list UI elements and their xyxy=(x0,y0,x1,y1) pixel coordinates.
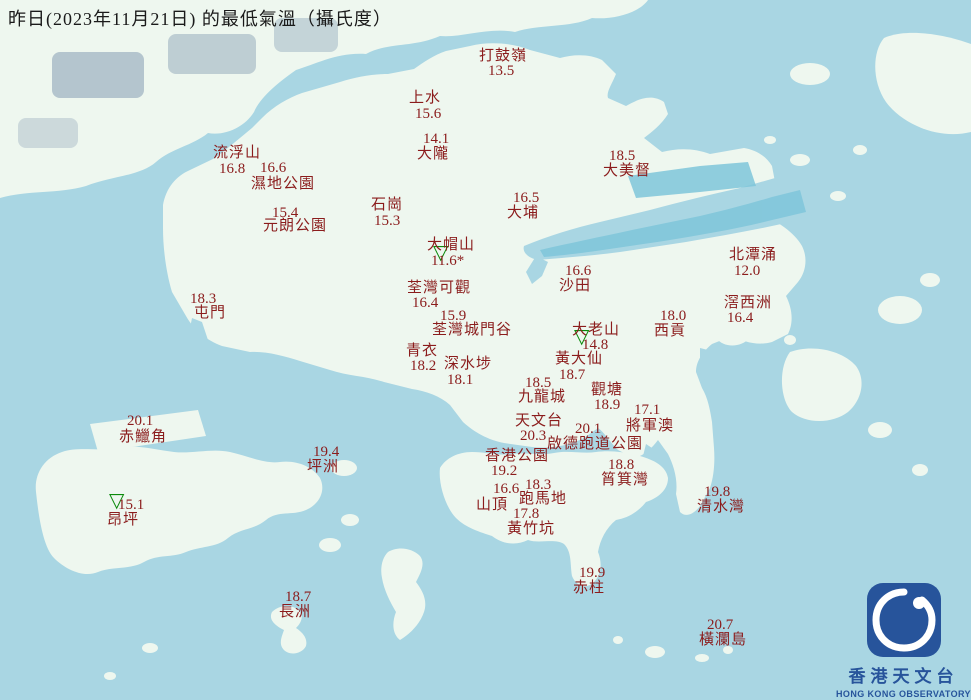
station-name: 沙田 xyxy=(559,278,592,294)
station-name: 大老山 xyxy=(572,322,621,338)
page-title: 昨日(2023年11月21日) 的最低氣溫（攝氏度） xyxy=(8,9,392,29)
station-name: 長洲 xyxy=(279,604,312,620)
station-temp: 16.6 xyxy=(565,263,592,279)
station-temp: 16.6 xyxy=(260,160,287,176)
station-name: 清水灣 xyxy=(697,499,746,515)
station-name: 將軍澳 xyxy=(626,418,675,434)
station-name: 黃大仙 xyxy=(555,351,604,367)
station-temp: 15.6 xyxy=(415,106,442,122)
station-temp: 16.5 xyxy=(513,190,540,206)
station-temp: 20.3 xyxy=(520,428,547,444)
station-temp: 18.1 xyxy=(447,372,474,388)
station-name: 屯門 xyxy=(194,305,227,321)
station-temp: 15.1 xyxy=(118,497,145,513)
station-temp: 20.1 xyxy=(127,413,154,429)
station-temp: 18.7 xyxy=(285,589,312,605)
station-temp: 13.5 xyxy=(488,63,515,79)
station-temp: 17.1 xyxy=(634,402,661,418)
station-name: 濕地公園 xyxy=(251,176,316,192)
station-temp: 16.8 xyxy=(219,161,246,177)
observatory-name-zh: 香港天文台 xyxy=(848,667,959,686)
station-name: 九龍城 xyxy=(518,389,567,405)
station-name: 坪洲 xyxy=(307,459,340,475)
station-name: 上水 xyxy=(409,90,442,106)
station-temp: 12.0 xyxy=(734,263,761,279)
station-temp: 11.6* xyxy=(431,253,465,269)
station-name: 天文台 xyxy=(515,413,564,429)
station-name: 青衣 xyxy=(406,343,439,359)
station-name: 大埔 xyxy=(507,205,540,221)
station-name: 昂坪 xyxy=(107,512,140,528)
station-temp: 15.3 xyxy=(374,213,401,229)
station-temp: 18.7 xyxy=(559,367,586,383)
station-temp: 19.2 xyxy=(491,463,518,479)
station-name: 橫瀾島 xyxy=(699,632,748,648)
station-name: 赤柱 xyxy=(573,580,606,596)
station-name: 筲箕灣 xyxy=(601,472,650,488)
station-temp: 18.2 xyxy=(410,358,437,374)
station-name: 大隴 xyxy=(417,146,450,162)
station-name: 深水埗 xyxy=(444,356,493,372)
station-temp: 16.4 xyxy=(727,310,754,326)
station-name: 大帽山 xyxy=(427,237,476,253)
station-temp: 17.8 xyxy=(513,506,540,522)
station-name: 啟德跑道公園 xyxy=(547,436,644,452)
station-name: 大美督 xyxy=(603,163,652,179)
observatory-logo: 香港天文台 HONG KONG OBSERVATORY xyxy=(836,582,971,699)
observatory-logo-icon xyxy=(866,583,941,657)
station-temp: 16.6 xyxy=(493,481,520,497)
station-name: 黃竹坑 xyxy=(507,521,556,537)
station-temp: 18.9 xyxy=(594,397,621,413)
station-temp: 20.7 xyxy=(707,617,734,633)
station-temp: 18.5 xyxy=(609,148,636,164)
station-temp: 19.9 xyxy=(579,565,606,581)
station-temp: 19.4 xyxy=(313,444,340,460)
stations-layer: 13.5 打鼓嶺 15.6 上水 14.1 大隴 16.8 流浮山 16.6 濕地公園 18.5 大美… xyxy=(0,0,971,700)
station-name: 北潭涌 xyxy=(729,247,778,263)
station-name: 山頂 xyxy=(476,497,509,513)
station-name: 觀塘 xyxy=(591,382,624,398)
station-temp: 14.1 xyxy=(423,131,450,147)
station-temp: 19.8 xyxy=(704,484,731,500)
station-name: 石崗 xyxy=(371,197,404,213)
station-temp: 18.8 xyxy=(608,457,635,473)
station-name: 荃灣可觀 xyxy=(407,280,472,296)
station-name: 西貢 xyxy=(654,323,687,339)
station-temp: 20.1 xyxy=(575,421,602,437)
station-name: 打鼓嶺 xyxy=(479,48,528,64)
station-name: 香港公園 xyxy=(485,448,550,464)
station-name: 跑馬地 xyxy=(519,491,568,507)
station-temp: 18.0 xyxy=(660,308,687,324)
observatory-name-en: HONG KONG OBSERVATORY xyxy=(836,689,971,699)
station-name: 滘西洲 xyxy=(724,295,773,311)
station-temp: 16.4 xyxy=(412,295,439,311)
station-name: 赤鱲角 xyxy=(119,429,168,445)
station-name: 荃灣城門谷 xyxy=(432,322,513,338)
station-name: 元朗公園 xyxy=(263,218,328,234)
station-name: 流浮山 xyxy=(213,145,262,161)
